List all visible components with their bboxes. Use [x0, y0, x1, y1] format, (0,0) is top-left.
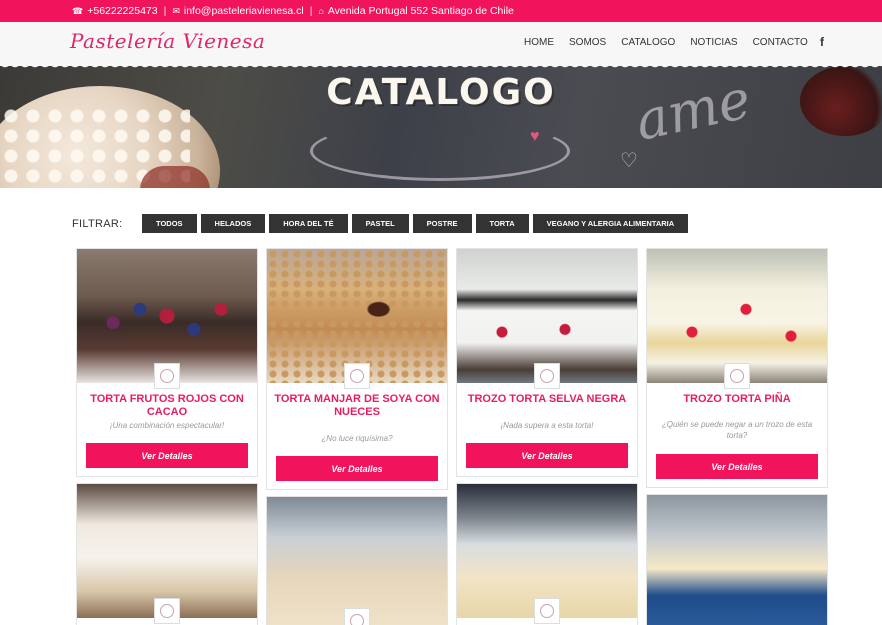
contact-bar: ☎ +56222225473 | ✉ info@pasteleriavienes…	[0, 0, 882, 22]
product-description: ¡Una combinación espectacular!	[109, 421, 225, 430]
separator: |	[309, 5, 313, 17]
brand-badge-icon	[154, 363, 180, 389]
product-card	[646, 494, 828, 625]
filter-label: FILTRAR:	[72, 218, 123, 230]
ver-detalles-button[interactable]: Ver Detalles	[656, 454, 818, 479]
brand-badge-icon	[534, 598, 560, 624]
nav-somos[interactable]: SOMOS	[569, 37, 606, 48]
product-title[interactable]: TORTA MANJAR DE SOYA CON NUECES	[273, 393, 441, 419]
nav-contacto[interactable]: CONTACTO	[753, 37, 808, 48]
filter-vegano[interactable]: VEGANO Y ALERGIA ALIMENTARIA	[532, 214, 689, 233]
home-icon: ⌂	[318, 6, 324, 16]
separator: |	[163, 5, 167, 17]
contact-address: Avenida Portugal 552 Santiago de Chile	[327, 5, 514, 17]
product-title[interactable]: TORTA FRUTOS ROJOS CON CACAO	[83, 393, 251, 419]
product-card: TROZO TORTA PIÑA ¿Quién se puede negar a…	[646, 248, 828, 488]
product-description: ¿No luce riquísima?	[321, 434, 393, 443]
contact-phone[interactable]: +56222225473	[87, 5, 157, 17]
product-title[interactable]: TROZO TORTA PIÑA	[653, 393, 821, 406]
product-description: ¡Nada supera a esta torta!	[500, 421, 594, 430]
product-card	[76, 483, 258, 625]
filter-bar: TODOS HELADOS HORA DEL TÉ PASTEL POSTRE …	[142, 214, 689, 233]
ver-detalles-button[interactable]: Ver Detalles	[86, 443, 248, 468]
brand-badge-icon	[154, 598, 180, 624]
banner-plate-image	[400, 186, 490, 188]
filter-helados[interactable]: HELADOS	[200, 214, 266, 233]
nav-home[interactable]: HOME	[524, 37, 554, 48]
product-card	[456, 483, 638, 625]
product-card: TORTA FRUTOS ROJOS CON CACAO ¡Una combin…	[76, 248, 258, 477]
filter-pastel[interactable]: PASTEL	[351, 214, 409, 233]
product-image[interactable]	[647, 495, 827, 625]
ver-detalles-button[interactable]: Ver Detalles	[276, 456, 438, 481]
envelope-icon: ✉	[172, 5, 180, 16]
brand-badge-icon	[724, 363, 750, 389]
nav-noticias[interactable]: NOTICIAS	[690, 37, 737, 48]
heart-icon: ♥	[530, 128, 540, 145]
product-title[interactable]: TROZO TORTA SELVA NEGRA	[463, 393, 631, 406]
brand-badge-icon	[344, 608, 370, 625]
banner-cake-edge	[140, 166, 210, 188]
product-card: TROZO TORTA SELVA NEGRA ¡Nada supera a e…	[456, 248, 638, 477]
brand-badge-icon	[534, 363, 560, 389]
main-nav: HOME SOMOS CATALOGO NOTICIAS CONTACTO	[524, 37, 823, 48]
contact-email[interactable]: info@pasteleriavienesa.cl	[184, 5, 304, 17]
page-title: CATALOGO	[326, 72, 556, 113]
product-image[interactable]	[267, 497, 447, 625]
phone-icon: ☎	[72, 5, 84, 16]
filter-postre[interactable]: POSTRE	[412, 214, 472, 233]
filter-torta[interactable]: TORTA	[475, 214, 529, 233]
scallop-divider	[0, 62, 882, 70]
product-card	[266, 496, 448, 625]
heart-outline-icon: ♡	[620, 150, 638, 172]
product-description: ¿Quién se puede negar a un trozo de esta…	[661, 420, 813, 440]
facebook-icon[interactable]: f	[820, 35, 824, 49]
filter-todos[interactable]: TODOS	[142, 214, 197, 233]
brand-badge-icon	[344, 363, 370, 389]
site-logo[interactable]: Pastelería Vienesa	[70, 29, 265, 53]
filter-hora-del-te[interactable]: HORA DEL TÉ	[269, 214, 348, 233]
product-card: TORTA MANJAR DE SOYA CON NUECES ¿No luce…	[266, 248, 448, 490]
ver-detalles-button[interactable]: Ver Detalles	[466, 443, 628, 468]
nav-catalogo[interactable]: CATALOGO	[621, 37, 675, 48]
